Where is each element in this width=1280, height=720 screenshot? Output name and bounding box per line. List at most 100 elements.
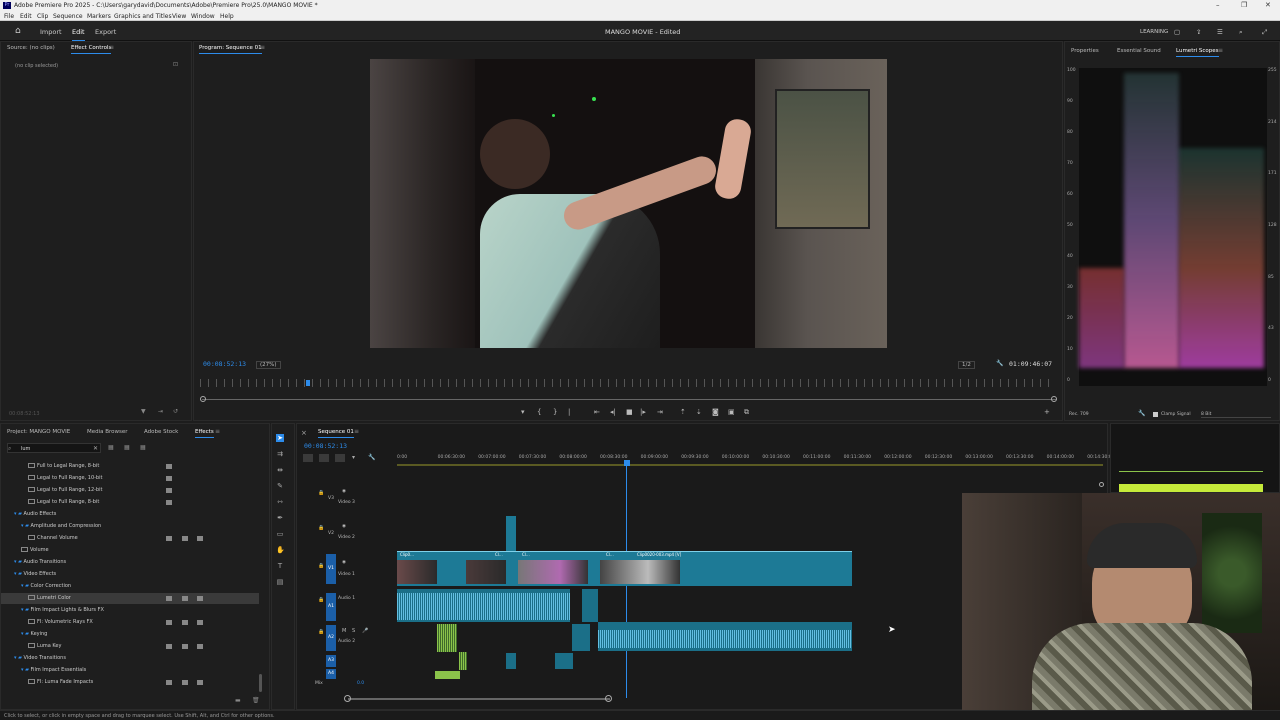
menu-markers[interactable]: Markers bbox=[87, 13, 111, 20]
panel-icon[interactable]: ▢ bbox=[1174, 28, 1180, 36]
tree-folder[interactable]: ▾ ▰ Keying bbox=[1, 629, 259, 640]
type-icon[interactable]: T bbox=[276, 562, 284, 570]
tree-scrollbar[interactable] bbox=[259, 674, 262, 692]
tab-edit[interactable]: Edit bbox=[72, 28, 85, 42]
mark-out-icon[interactable]: } bbox=[553, 408, 557, 416]
audio-clip-green[interactable] bbox=[459, 652, 467, 670]
audio-clip-green[interactable] bbox=[437, 624, 457, 652]
tab-properties[interactable]: Properties bbox=[1071, 48, 1099, 54]
resolution-select[interactable]: 1/2 bbox=[958, 361, 975, 369]
program-timecode[interactable]: 00:08:52:13 bbox=[203, 360, 246, 368]
work-area-bar[interactable] bbox=[397, 464, 1103, 466]
tab-program[interactable]: Program: Sequence 01 bbox=[199, 45, 262, 54]
menu-sequence[interactable]: Sequence bbox=[53, 13, 83, 20]
track-target-a4[interactable]: A4 bbox=[326, 669, 336, 679]
add-button-icon[interactable]: + bbox=[1044, 408, 1050, 416]
tree-effect[interactable]: Legal to Full Range, 12-bit bbox=[1, 485, 259, 496]
tab-import[interactable]: Import bbox=[40, 28, 62, 36]
pen-icon[interactable]: ✒ bbox=[276, 514, 284, 522]
tab-source[interactable]: Source: (no clips) bbox=[7, 45, 55, 51]
lift-icon[interactable]: ⇡ bbox=[680, 408, 686, 416]
hand-icon[interactable]: ✋ bbox=[276, 546, 285, 554]
tree-effect[interactable]: Full to Legal Range, 8-bit bbox=[1, 461, 259, 472]
home-icon[interactable]: ⌂ bbox=[15, 26, 21, 36]
track-target-a3[interactable]: A3 bbox=[326, 655, 336, 667]
tree-folder[interactable]: ▾ ▰ Color Correction bbox=[1, 581, 259, 592]
new-bin-icon[interactable]: ▬ bbox=[235, 697, 241, 704]
accelerated-effects-icon[interactable]: ▦ bbox=[108, 444, 114, 451]
go-to-in-icon[interactable]: ⇤ bbox=[594, 408, 600, 416]
bitdepth-select[interactable]: 8 Bit bbox=[1201, 412, 1271, 418]
caption-icon[interactable]: ▤ bbox=[276, 578, 284, 586]
mix-value[interactable]: 0.0 bbox=[357, 681, 364, 686]
toggle-output-icon[interactable]: ◉ bbox=[342, 524, 346, 529]
yuv-effects-icon[interactable]: ▦ bbox=[140, 444, 146, 451]
tab-adobe-stock[interactable]: Adobe Stock bbox=[144, 429, 178, 435]
video-clip-v2[interactable] bbox=[506, 516, 516, 553]
tab-project[interactable]: Project: MANGO MOVIE bbox=[7, 429, 70, 435]
zoom-select[interactable]: (27%) bbox=[256, 361, 281, 369]
export-frame-icon[interactable]: ◙ bbox=[712, 408, 719, 416]
search-icon[interactable]: ⌕ bbox=[1239, 28, 1243, 37]
close-icon[interactable]: ✕ bbox=[1265, 1, 1271, 9]
tree-effect[interactable]: Luma Key bbox=[1, 641, 259, 652]
tree-folder[interactable]: ▾ ▰ Film Impact Essentials bbox=[1, 665, 259, 676]
wrench-icon[interactable]: 🔧 bbox=[996, 360, 1003, 367]
tree-effect[interactable]: Legal to Full Range, 10-bit bbox=[1, 473, 259, 484]
step-forward-icon[interactable]: |▸ bbox=[640, 408, 646, 416]
timeline-timecode[interactable]: 00:08:52:13 bbox=[304, 442, 347, 450]
audio-clip-a3[interactable] bbox=[506, 653, 516, 669]
rectangle-icon[interactable]: ▭ bbox=[276, 530, 284, 538]
tree-folder[interactable]: ▾ ▰ Amplitude and Compression bbox=[1, 521, 259, 532]
mark-in-icon[interactable]: { bbox=[537, 408, 541, 416]
tab-effect-controls[interactable]: Effect Controls bbox=[71, 45, 112, 54]
tab-sequence[interactable]: Sequence 01 bbox=[318, 429, 354, 438]
slip-icon[interactable]: ⇿ bbox=[276, 498, 284, 506]
step-back-icon[interactable]: ◂| bbox=[610, 408, 616, 416]
comparison-icon[interactable]: ▣ bbox=[728, 408, 735, 416]
panel-menu-icon[interactable]: ≡ bbox=[260, 44, 265, 51]
mic-icon[interactable]: 🎤 bbox=[362, 628, 368, 634]
zoom-scrollbar[interactable] bbox=[202, 399, 1056, 400]
audio-clip-a3[interactable] bbox=[555, 653, 573, 669]
search-input[interactable]: lum bbox=[21, 446, 30, 452]
scroll-handle-left[interactable] bbox=[344, 695, 351, 702]
filter-icon[interactable]: ▼ bbox=[141, 408, 146, 415]
menu-help[interactable]: Help bbox=[220, 13, 234, 20]
lock-icon[interactable]: 🔒 bbox=[318, 597, 324, 603]
vertical-zoom-handle[interactable] bbox=[1099, 482, 1104, 487]
delete-icon[interactable]: 🗑 bbox=[252, 697, 260, 704]
selection-tool-icon[interactable]: ➤ bbox=[276, 434, 284, 442]
add-marker-icon[interactable]: ▾ bbox=[521, 408, 525, 416]
tree-folder[interactable]: ▾ ▰ Video Transitions bbox=[1, 653, 259, 664]
scroll-handle-right[interactable] bbox=[1051, 396, 1057, 402]
toggle-output-icon[interactable]: ◉ bbox=[342, 489, 346, 494]
audio-clip-a1[interactable] bbox=[582, 589, 598, 622]
settings-icon[interactable]: 🔧 bbox=[368, 454, 375, 461]
tree-folder[interactable]: ▾ ▰ Audio Transitions bbox=[1, 557, 259, 568]
menu-clip[interactable]: Clip bbox=[37, 13, 48, 20]
ripple-edit-icon[interactable]: ⇹ bbox=[276, 466, 284, 474]
tree-effect[interactable]: Lumetri Color bbox=[1, 593, 259, 604]
panel-menu-icon[interactable]: ≡ bbox=[109, 44, 114, 51]
solo-icon[interactable]: S bbox=[352, 628, 355, 634]
video-frame[interactable] bbox=[370, 59, 887, 348]
tab-effects[interactable]: Effects bbox=[195, 429, 214, 438]
tab-essential-sound[interactable]: Essential Sound bbox=[1117, 48, 1161, 54]
timeline-ruler[interactable]: 0:00 00:06:30:00 00:07:00:00 00:07:30:00 00:… bbox=[397, 451, 1115, 465]
menu-edit[interactable]: Edit bbox=[20, 13, 32, 20]
stop-icon[interactable]: ■ bbox=[626, 408, 633, 416]
razor-icon[interactable]: ✎ bbox=[276, 482, 284, 490]
tree-effect[interactable]: Legal to Full Range, 8-bit bbox=[1, 497, 259, 508]
menu-window[interactable]: Window bbox=[191, 13, 215, 20]
tree-folder[interactable]: ▾ ▰ Video Effects bbox=[1, 569, 259, 580]
share-icon[interactable]: ⇪ bbox=[1196, 28, 1201, 36]
clamp-checkbox[interactable] bbox=[1153, 412, 1158, 417]
tree-effect[interactable]: Channel Volume bbox=[1, 533, 259, 544]
audio-clip-green[interactable] bbox=[435, 671, 460, 679]
nest-icon[interactable] bbox=[303, 454, 313, 462]
lock-icon[interactable]: 🔒 bbox=[318, 525, 324, 531]
effects-search-field[interactable]: ⌕ lum ✕ bbox=[7, 443, 101, 453]
menu-file[interactable]: File bbox=[4, 13, 14, 20]
32bit-effects-icon[interactable]: ▦ bbox=[124, 444, 130, 451]
